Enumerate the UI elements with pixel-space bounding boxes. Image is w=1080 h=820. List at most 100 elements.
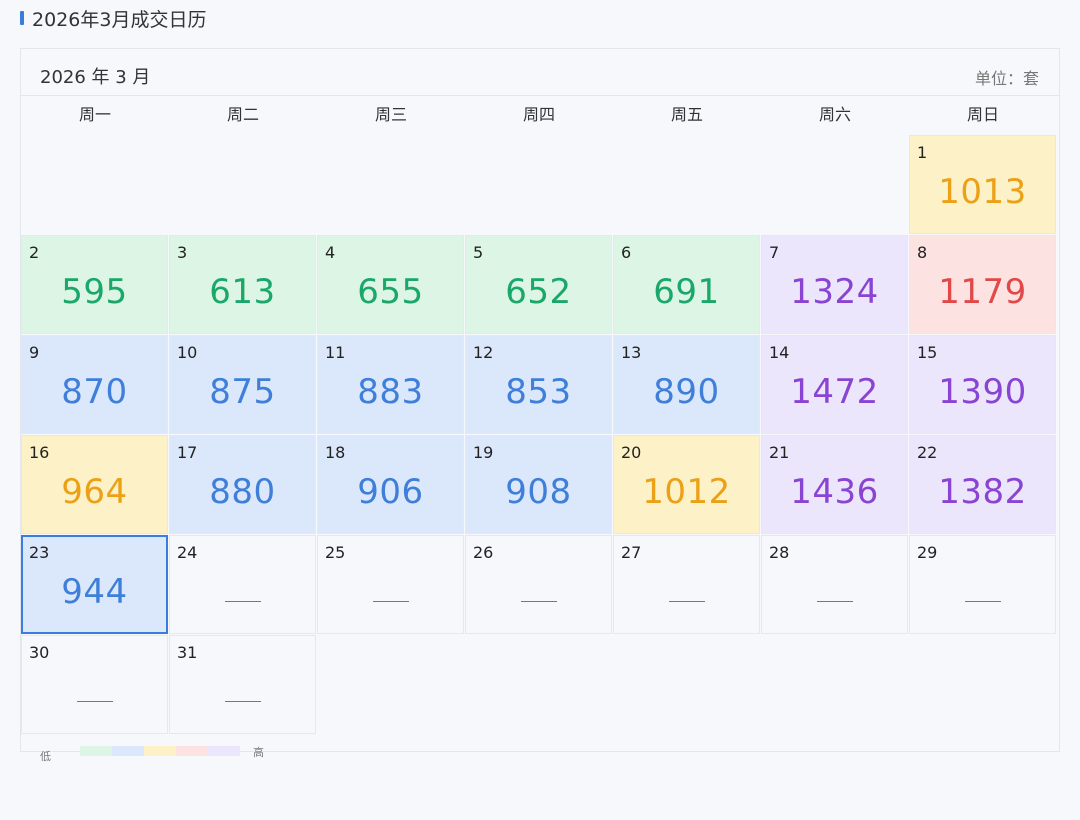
day-cell[interactable]: 22 1382 bbox=[909, 435, 1056, 534]
day-cell[interactable]: 6 691 bbox=[613, 235, 760, 334]
day-number: 4 bbox=[325, 243, 336, 262]
month-label: 2026 年 3 月 bbox=[40, 67, 151, 88]
day-cell[interactable]: 2 595 bbox=[21, 235, 168, 334]
day-cell[interactable]: 12 853 bbox=[465, 335, 612, 434]
title-accent-bar bbox=[20, 11, 24, 25]
day-cell[interactable]: 1 1013 bbox=[909, 135, 1056, 234]
day-number: 23 bbox=[29, 543, 50, 562]
day-number: 14 bbox=[769, 343, 790, 362]
calendar-panel: 2026 年 3 月 单位：套 周一 周二 周三 周四 周五 周六 周日 1 1013 2 595… bbox=[20, 48, 1060, 752]
day-value: 1382 bbox=[938, 472, 1027, 512]
weekday-label: 周二 bbox=[226, 105, 259, 124]
day-value: 1472 bbox=[790, 372, 879, 412]
day-number: 3 bbox=[177, 243, 188, 262]
weekday-label: 周一 bbox=[78, 105, 111, 124]
day-number: 19 bbox=[473, 443, 494, 462]
day-cell[interactable]: 27 bbox=[613, 535, 760, 634]
no-data-dash bbox=[373, 601, 409, 602]
page-title: 2026年3月成交日历 bbox=[20, 6, 206, 31]
day-value: 906 bbox=[357, 472, 424, 512]
day-number: 6 bbox=[621, 243, 632, 262]
day-cell[interactable]: 16 964 bbox=[21, 435, 168, 534]
legend-high-label: 高 bbox=[253, 746, 264, 759]
day-cell[interactable]: 20 1012 bbox=[613, 435, 760, 534]
day-number: 12 bbox=[473, 343, 494, 362]
day-value: 1390 bbox=[938, 372, 1027, 412]
day-cell[interactable]: 4 655 bbox=[317, 235, 464, 334]
legend-swatch bbox=[176, 746, 208, 756]
day-number: 8 bbox=[917, 243, 928, 262]
day-number: 17 bbox=[177, 443, 198, 462]
day-value: 890 bbox=[653, 372, 720, 412]
day-number: 7 bbox=[769, 243, 780, 262]
empty-cell bbox=[465, 135, 612, 234]
day-value: 1324 bbox=[790, 272, 879, 312]
day-cell[interactable]: 17 880 bbox=[169, 435, 316, 534]
day-number: 11 bbox=[325, 343, 346, 362]
day-number: 27 bbox=[621, 543, 642, 562]
day-value: 853 bbox=[505, 372, 572, 412]
day-cell[interactable]: 24 bbox=[169, 535, 316, 634]
day-value: 595 bbox=[61, 272, 128, 312]
day-value: 1012 bbox=[642, 472, 731, 512]
day-cell[interactable]: 23 944 bbox=[21, 535, 168, 634]
day-cell[interactable]: 8 1179 bbox=[909, 235, 1056, 334]
no-data-dash bbox=[817, 601, 853, 602]
day-cell[interactable]: 9 870 bbox=[21, 335, 168, 434]
day-value: 875 bbox=[209, 372, 276, 412]
day-value: 880 bbox=[209, 472, 276, 512]
empty-cell bbox=[317, 135, 464, 234]
day-number: 22 bbox=[917, 443, 938, 462]
day-value: 652 bbox=[505, 272, 572, 312]
day-cell[interactable]: 11 883 bbox=[317, 335, 464, 434]
color-legend: 低 高 bbox=[40, 742, 280, 763]
day-value: 613 bbox=[209, 272, 276, 312]
legend-swatch bbox=[80, 746, 112, 756]
day-number: 15 bbox=[917, 343, 938, 362]
legend-low-label: 低 bbox=[40, 750, 51, 763]
day-cell[interactable]: 29 bbox=[909, 535, 1056, 634]
day-cell[interactable]: 10 875 bbox=[169, 335, 316, 434]
day-value: 655 bbox=[357, 272, 424, 312]
day-cell[interactable]: 30 bbox=[21, 635, 168, 734]
day-number: 25 bbox=[325, 543, 346, 562]
day-cell[interactable]: 19 908 bbox=[465, 435, 612, 534]
empty-cell bbox=[761, 135, 908, 234]
day-value: 1013 bbox=[938, 172, 1027, 212]
day-cell[interactable]: 13 890 bbox=[613, 335, 760, 434]
day-value: 964 bbox=[61, 472, 128, 512]
weekday-label: 周四 bbox=[522, 105, 555, 124]
day-number: 18 bbox=[325, 443, 346, 462]
no-data-dash bbox=[77, 701, 113, 702]
day-number: 28 bbox=[769, 543, 790, 562]
day-number: 10 bbox=[177, 343, 198, 362]
empty-cell bbox=[169, 135, 316, 234]
legend-color-bar bbox=[80, 746, 240, 756]
day-cell[interactable]: 31 bbox=[169, 635, 316, 734]
day-cell[interactable]: 14 1472 bbox=[761, 335, 908, 434]
day-cell[interactable]: 5 652 bbox=[465, 235, 612, 334]
day-cell[interactable]: 3 613 bbox=[169, 235, 316, 334]
day-cell[interactable]: 25 bbox=[317, 535, 464, 634]
day-cell[interactable]: 18 906 bbox=[317, 435, 464, 534]
day-cell[interactable]: 21 1436 bbox=[761, 435, 908, 534]
calendar-header: 2026 年 3 月 单位：套 bbox=[21, 49, 1059, 96]
weekday-label: 周日 bbox=[966, 105, 999, 124]
weekday-label: 周三 bbox=[374, 105, 407, 124]
day-number: 31 bbox=[177, 643, 198, 662]
day-number: 9 bbox=[29, 343, 40, 362]
no-data-dash bbox=[965, 601, 1001, 602]
calendar-grid: 1 1013 2 595 3 613 4 655 5 652 6 691 7 1324 8 1179 9 870 1… bbox=[21, 135, 1057, 735]
day-number: 16 bbox=[29, 443, 50, 462]
day-cell[interactable]: 26 bbox=[465, 535, 612, 634]
day-cell[interactable]: 28 bbox=[761, 535, 908, 634]
day-cell[interactable]: 7 1324 bbox=[761, 235, 908, 334]
day-cell[interactable]: 15 1390 bbox=[909, 335, 1056, 434]
day-value: 883 bbox=[357, 372, 424, 412]
day-number: 1 bbox=[917, 143, 928, 162]
day-value: 870 bbox=[61, 372, 128, 412]
weekday-header-row: 周一 周二 周三 周四 周五 周六 周日 bbox=[21, 96, 1059, 134]
day-value: 908 bbox=[505, 472, 572, 512]
day-number: 2 bbox=[29, 243, 40, 262]
day-number: 30 bbox=[29, 643, 50, 662]
